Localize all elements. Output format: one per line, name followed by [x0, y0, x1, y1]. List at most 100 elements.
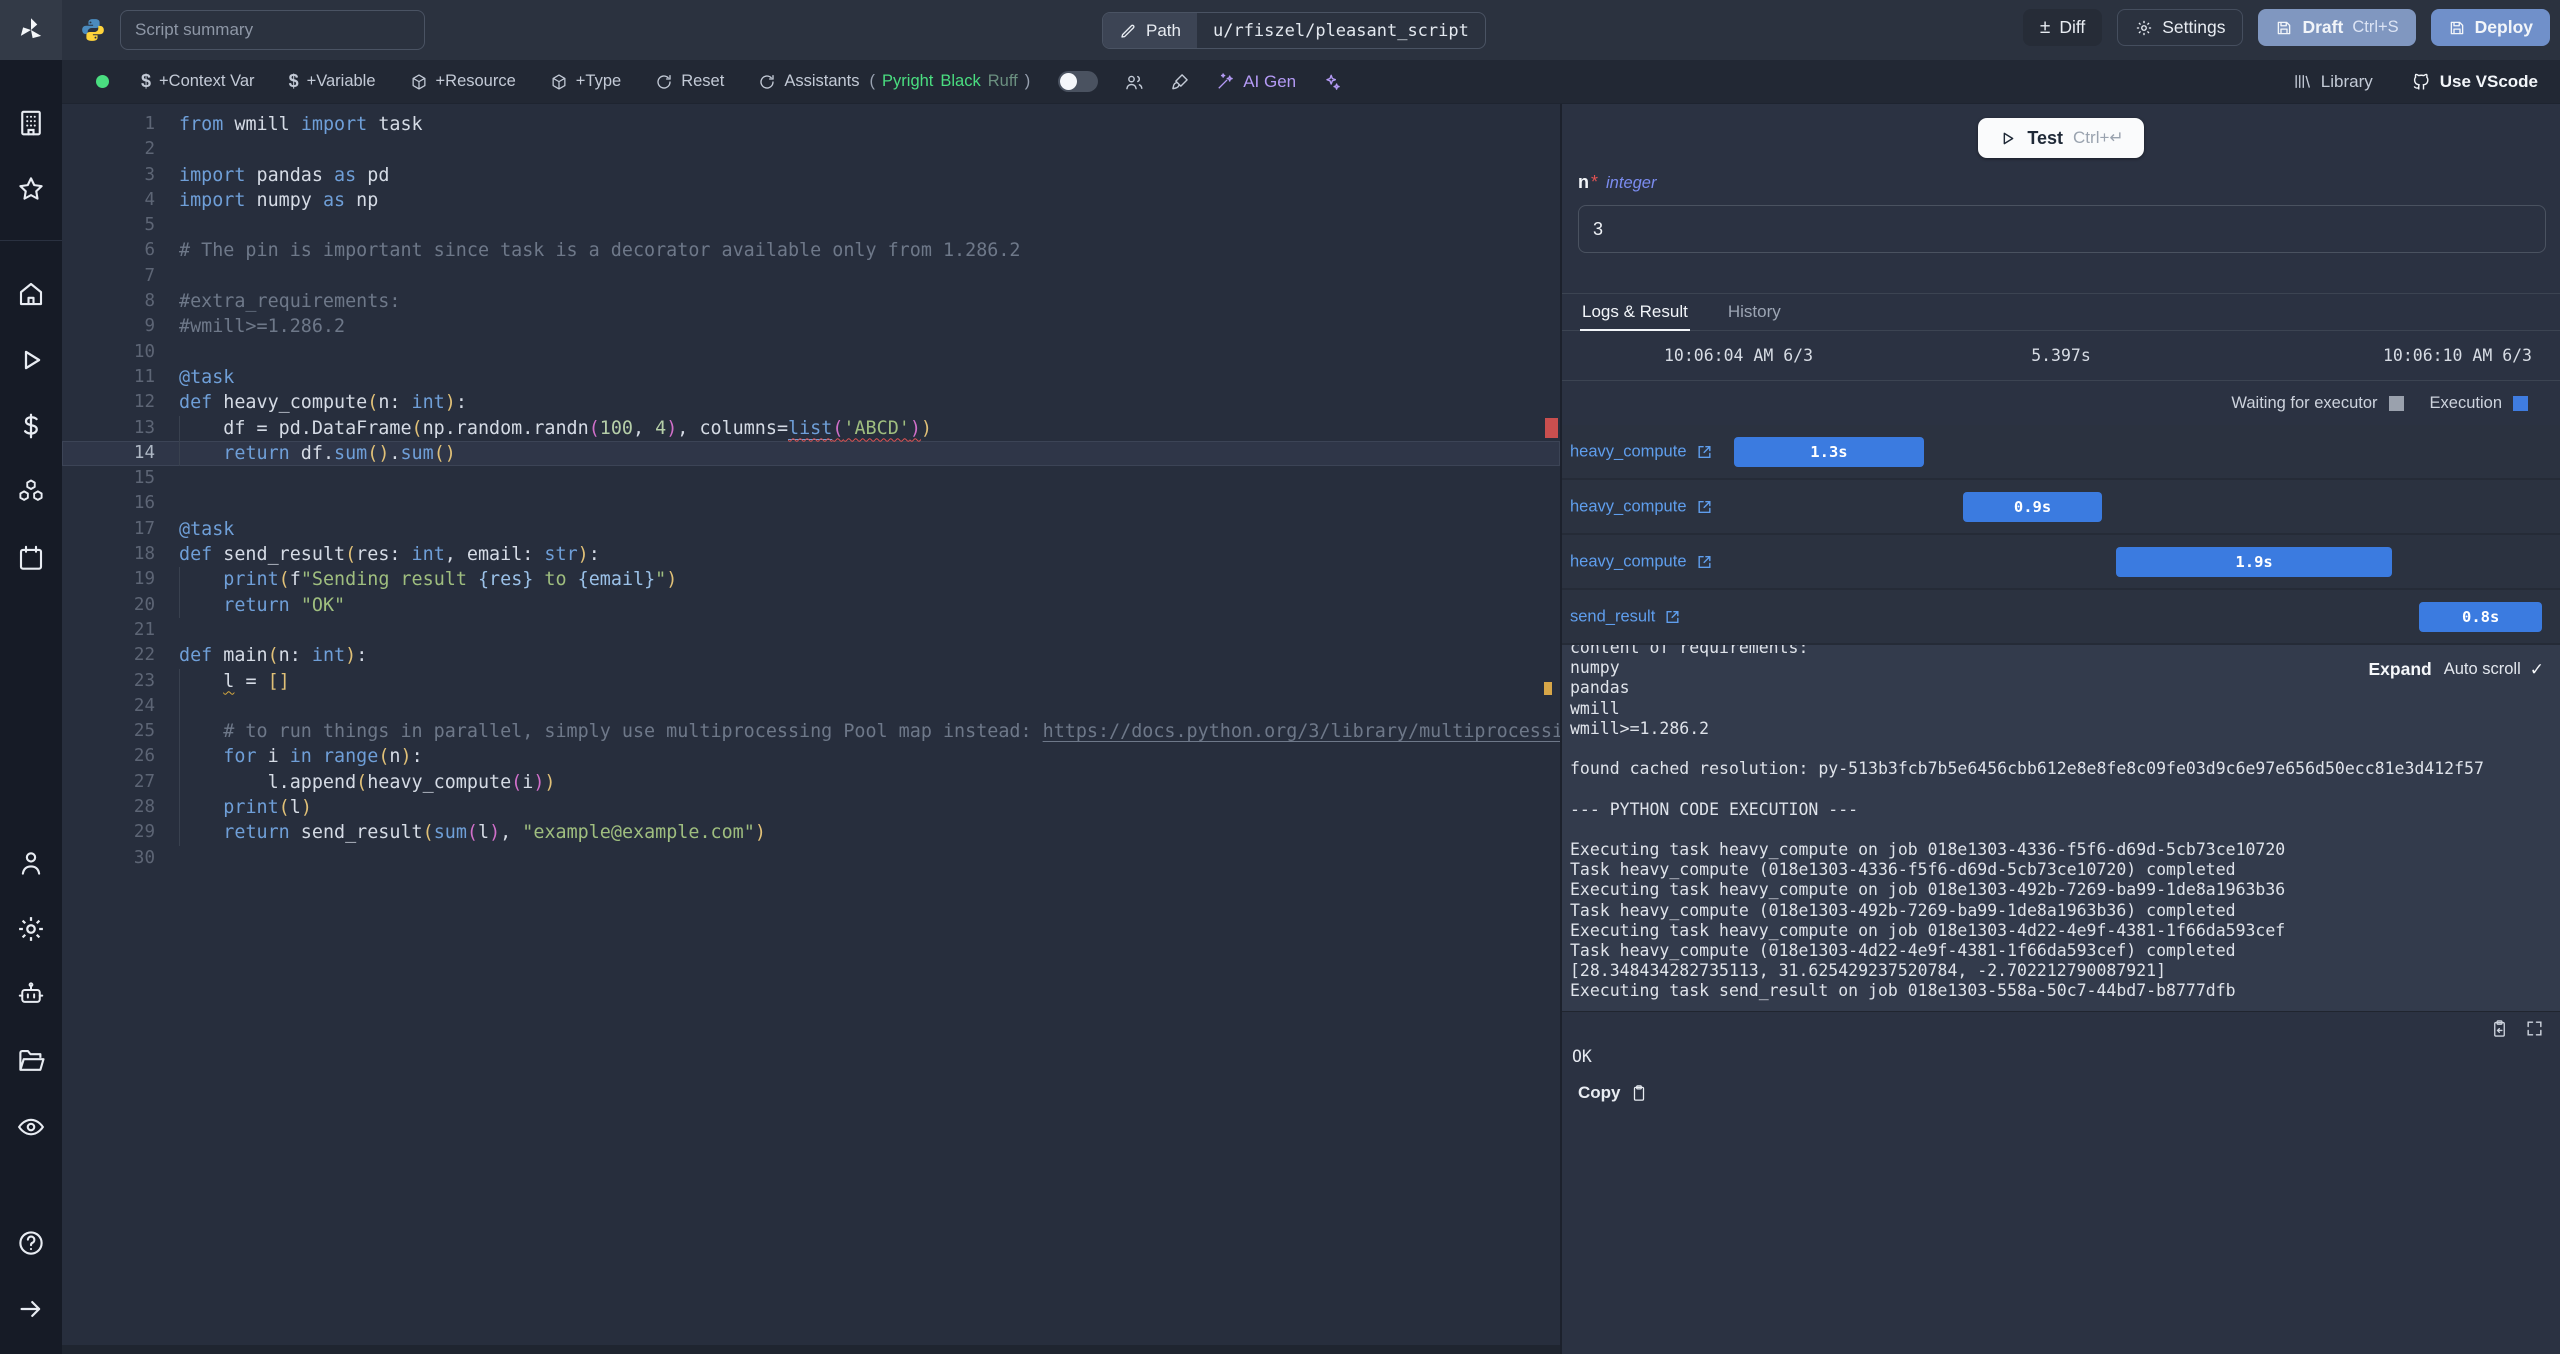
ai-gen-button[interactable]: AI Gen: [1216, 72, 1296, 92]
job-link-send_result[interactable]: send_result: [1570, 607, 1681, 626]
tab-logs-result[interactable]: Logs & Result: [1580, 294, 1690, 331]
sparkles-icon[interactable]: [1322, 72, 1342, 92]
code-line-16: 16: [62, 491, 1560, 516]
collaborators-icon[interactable]: [1124, 72, 1144, 92]
sidebar-item-building[interactable]: [0, 90, 62, 156]
code-line-6: 6 # The pin is important since task is a …: [62, 238, 1560, 263]
diff-mode-toggle[interactable]: [1058, 71, 1099, 92]
assistants-button[interactable]: Assistants(Pyright Black Ruff): [758, 72, 1030, 91]
line-number: 17: [133, 518, 155, 539]
dollar-icon: $: [141, 71, 152, 91]
line-number: 9: [144, 316, 155, 337]
copy-button[interactable]: Copy: [1578, 1083, 1648, 1103]
run-times-row: 10:06:04 AM 6/3 5.397s 10:06:10 AM 6/3: [1562, 331, 2560, 381]
folder-icon: [16, 1046, 46, 1076]
arg-type: integer: [1606, 174, 1657, 192]
calendar-icon: [16, 543, 46, 573]
code-line-20: 20 return "OK": [62, 593, 1560, 618]
code-editor[interactable]: 1 from wmill import task 2 3 import pandas a…: [62, 104, 1560, 1354]
gear-icon: [16, 914, 46, 944]
code-lines: 1 from wmill import task 2 3 import pandas a…: [62, 112, 1560, 871]
job-link-heavy_compute[interactable]: heavy_compute: [1570, 442, 1713, 461]
building-icon: [16, 108, 46, 138]
format-brush-icon[interactable]: [1170, 72, 1190, 92]
sidebar-item-star[interactable]: [0, 156, 62, 222]
use-vscode-button[interactable]: Use VScode: [2411, 72, 2538, 92]
toolbar-item-label: Reset: [681, 72, 725, 90]
line-number: 11: [133, 366, 155, 387]
home-icon: [16, 279, 46, 309]
panel-tabs: Logs & Result History: [1562, 293, 2560, 331]
eye-icon: [16, 1112, 46, 1142]
variable-button[interactable]: $ +Variable: [289, 71, 376, 92]
autoscroll-label: Auto scroll: [2443, 660, 2521, 678]
test-button[interactable]: Test Ctrl+↵: [1978, 118, 2144, 158]
save-draft-button[interactable]: Draft Ctrl+S: [2258, 9, 2416, 46]
job-link-heavy_compute[interactable]: heavy_compute: [1570, 497, 1713, 516]
copy-result-icon[interactable]: [2490, 1019, 2509, 1038]
autoscroll-toggle[interactable]: Auto scroll ✓: [2444, 660, 2544, 680]
edit-path-button[interactable]: Path: [1103, 13, 1197, 48]
save-icon: [2275, 19, 2293, 37]
line-number: 7: [144, 265, 155, 286]
path-label: Path: [1146, 20, 1181, 40]
context-var-button[interactable]: $ +Context Var: [141, 71, 255, 92]
maximize-result-icon[interactable]: [2525, 1019, 2544, 1038]
code-line-28: 28 print(l): [62, 795, 1560, 820]
result-value: OK: [1572, 1047, 1592, 1066]
line-number: 20: [133, 594, 155, 615]
required-asterisk: *: [1591, 172, 1599, 192]
path-group[interactable]: Path u/rfiszel/pleasant_script: [1102, 12, 1486, 49]
logs-output[interactable]: content of requirements: numpy pandas wm…: [1562, 645, 2560, 1012]
settings-button[interactable]: Settings: [2117, 9, 2244, 46]
expand-logs-button[interactable]: Expand: [2369, 659, 2432, 680]
package-icon: [550, 73, 568, 91]
code-line-3: 3 import pandas as pd: [62, 163, 1560, 188]
vscode-label: Use VScode: [2439, 71, 2538, 91]
line-number: 14: [133, 442, 155, 463]
line-number: 15: [133, 468, 155, 489]
legend-swatch: [2388, 395, 2404, 411]
code-line-30: 30: [62, 846, 1560, 871]
person-icon: [16, 848, 46, 878]
package-icon: [410, 73, 428, 91]
arg-n-input[interactable]: [1578, 205, 2546, 253]
deploy-button[interactable]: Deploy: [2430, 9, 2550, 46]
code-line-5: 5: [62, 213, 1560, 238]
sidebar-item-cubes[interactable]: [0, 459, 62, 525]
script-summary-input[interactable]: [120, 10, 425, 50]
sidebar-item-play[interactable]: [0, 327, 62, 393]
code-line-29: 29 return send_result(sum(l), "example@e…: [62, 820, 1560, 845]
code-line-27: 27 l.append(heavy_compute(i)): [62, 770, 1560, 795]
toolbar-item-label: +Context Var: [159, 72, 255, 90]
timeline-row-heavy_compute: heavy_compute 0.9s: [1562, 480, 2560, 535]
job-link-heavy_compute[interactable]: heavy_compute: [1570, 552, 1713, 571]
sidebar-item-person[interactable]: [0, 830, 62, 896]
sidebar-item-dollar[interactable]: [0, 393, 62, 459]
sidebar-item-gear[interactable]: [0, 896, 62, 962]
reset-button[interactable]: Reset: [655, 72, 724, 91]
gear-icon: [2135, 19, 2153, 37]
sidebar-item-calendar[interactable]: [0, 525, 62, 591]
sidebar-item-robot[interactable]: [0, 962, 62, 1028]
sidebar-item-eye[interactable]: [0, 1094, 62, 1160]
external-link-icon: [1696, 498, 1713, 515]
sidebar-item-help[interactable]: [0, 1210, 62, 1276]
windmill-logo[interactable]: [0, 0, 62, 60]
code-line-19: 19 print(f"Sending result {res} to {emai…: [62, 567, 1560, 592]
type-button[interactable]: +Type: [550, 72, 621, 91]
horizontal-scrollbar-track[interactable]: [62, 1345, 1560, 1354]
sidebar-item-folder[interactable]: [0, 1028, 62, 1094]
library-label: Library: [2320, 71, 2373, 91]
library-icon: [2293, 72, 2312, 91]
code-line-4: 4 import numpy as np: [62, 188, 1560, 213]
library-button[interactable]: Library: [2293, 72, 2373, 92]
sidebar-item-arrow-right[interactable]: [0, 1276, 62, 1342]
resource-button[interactable]: +Resource: [410, 72, 516, 91]
linter-pyright: Pyright: [882, 72, 934, 90]
diff-button[interactable]: ± Diff: [2022, 9, 2103, 46]
line-number: 26: [133, 746, 155, 767]
sidebar-item-home[interactable]: [0, 261, 62, 327]
tab-history[interactable]: History: [1726, 294, 1783, 330]
line-number: 27: [133, 771, 155, 792]
